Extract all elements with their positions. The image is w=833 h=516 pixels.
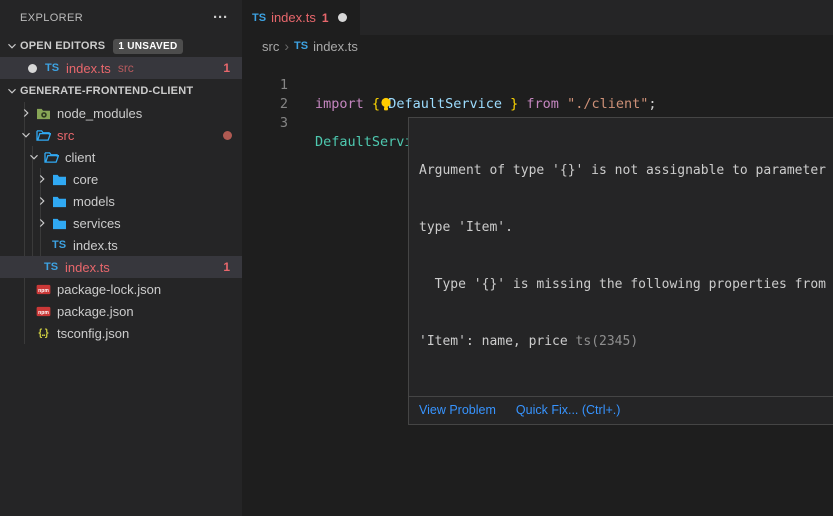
folder-icon: [50, 171, 68, 187]
code-line-2[interactable]: 2: [242, 76, 833, 95]
chevron-right-icon: [34, 193, 50, 209]
line-number: 3: [242, 114, 288, 133]
code-line-3[interactable]: 3 DefaultService.createItemItemPost({}): [242, 95, 833, 114]
chevron-down-icon: [4, 38, 20, 54]
folder-icon: [50, 215, 68, 231]
breadcrumb[interactable]: src › TS index.ts: [242, 35, 833, 57]
folder-open-icon: [34, 127, 52, 143]
open-editor-item-index-ts[interactable]: TS index.ts src 1: [0, 57, 242, 79]
chevron-right-icon: [34, 171, 50, 187]
typescript-icon: TS: [45, 62, 59, 74]
folder-open-icon: [42, 149, 60, 165]
hover-actions: View Problem Quick Fix... (Ctrl+.): [409, 396, 833, 424]
tree-item-label: package-lock.json: [57, 282, 161, 297]
tree-item-tsconfig-json[interactable]: {..} tsconfig.json: [0, 322, 242, 344]
workspace-name: GENERATE-FRONTEND-CLIENT: [20, 85, 193, 97]
typescript-icon: TS: [44, 261, 58, 273]
chevron-right-icon: [18, 105, 34, 121]
hover-diagnostic-popup: Argument of type '{}' is not assignable …: [408, 117, 833, 425]
tab-dirty-dot-icon[interactable]: [338, 13, 347, 22]
typescript-icon: TS: [52, 239, 66, 251]
hover-message-line: Argument of type '{}' is not assignable …: [419, 161, 833, 180]
breadcrumb-separator-icon: ›: [284, 38, 289, 54]
tree-item-client[interactable]: client: [0, 146, 242, 168]
quick-fix-link[interactable]: Quick Fix... (Ctrl+.): [516, 403, 621, 417]
view-problem-link[interactable]: View Problem: [419, 403, 496, 417]
tree-item-label: core: [73, 172, 98, 187]
open-editors-label: OPEN EDITORS: [20, 40, 105, 52]
tree-item-label: node_modules: [57, 106, 142, 121]
tab-index-ts[interactable]: TS index.ts 1: [242, 0, 360, 35]
tree-item-label: services: [73, 216, 121, 231]
tree-item-index-ts-src[interactable]: TS index.ts 1: [0, 256, 242, 278]
node-modules-folder-icon: [34, 105, 52, 121]
dirty-dot-icon: [28, 64, 37, 73]
json-braces-icon: {..}: [38, 328, 47, 339]
tree-item-package-json[interactable]: npm package.json: [0, 300, 242, 322]
tree-item-label: index.ts: [73, 238, 118, 253]
chevron-right-icon: [34, 215, 50, 231]
tab-error-count: 1: [322, 11, 329, 25]
hover-message-line: type 'Item'.: [419, 218, 833, 237]
tree-item-services[interactable]: services: [0, 212, 242, 234]
code-line-1[interactable]: 1 import { DefaultService } from "./clie…: [242, 57, 833, 76]
open-editors-section-header[interactable]: OPEN EDITORS 1 UNSAVED: [0, 35, 242, 57]
chevron-down-icon: [4, 83, 20, 99]
tree-item-label: package.json: [57, 304, 134, 319]
tree-item-package-lock-json[interactable]: npm package-lock.json: [0, 278, 242, 300]
typescript-icon: TS: [252, 12, 266, 24]
tree-item-index-ts-client[interactable]: TS index.ts: [0, 234, 242, 256]
tree-item-models[interactable]: models: [0, 190, 242, 212]
breadcrumb-file[interactable]: index.ts: [313, 39, 358, 54]
hover-message: Argument of type '{}' is not assignable …: [409, 118, 833, 396]
breadcrumb-folder[interactable]: src: [262, 39, 279, 54]
tree-item-node-modules[interactable]: node_modules: [0, 102, 242, 124]
chevron-down-icon: [26, 149, 42, 165]
folder-icon: [50, 193, 68, 209]
tree-item-label: tsconfig.json: [57, 326, 129, 341]
npm-icon: npm: [34, 281, 52, 297]
tree-item-label: client: [65, 150, 95, 165]
chevron-down-icon: [18, 127, 34, 143]
tree-item-core[interactable]: core: [0, 168, 242, 190]
tree-item-label: src: [57, 128, 74, 143]
explorer-header: EXPLORER ···: [0, 0, 242, 35]
tab-filename: index.ts: [271, 10, 316, 25]
explorer-sidebar: EXPLORER ··· OPEN EDITORS 1 UNSAVED TS i…: [0, 0, 242, 516]
svg-text:npm: npm: [38, 309, 49, 315]
vscode-window: EXPLORER ··· OPEN EDITORS 1 UNSAVED TS i…: [0, 0, 833, 516]
hover-message-line: 'Item': name, price ts(2345): [419, 332, 833, 351]
tree-item-src[interactable]: src: [0, 124, 242, 146]
svg-text:npm: npm: [38, 287, 49, 293]
npm-icon: npm: [34, 303, 52, 319]
explorer-title: EXPLORER: [20, 12, 83, 24]
ts-error-code: ts(2345): [576, 334, 639, 349]
unsaved-badge: 1 UNSAVED: [113, 39, 182, 54]
error-count-badge: 1: [223, 61, 230, 75]
more-actions-icon[interactable]: ···: [213, 13, 228, 23]
tree-item-label: models: [73, 194, 115, 209]
workspace-section-header[interactable]: GENERATE-FRONTEND-CLIENT: [0, 80, 242, 102]
open-editor-description: src: [118, 61, 134, 75]
hover-message-line: Type '{}' is missing the following prope…: [419, 275, 833, 294]
typescript-icon: TS: [294, 40, 308, 52]
tree-item-label: index.ts: [65, 260, 110, 275]
open-editor-filename: index.ts: [66, 61, 111, 76]
editor-group: TS index.ts 1 src › TS index.ts 1 import…: [242, 0, 833, 516]
modified-dot-icon: [223, 131, 232, 140]
error-count-badge: 1: [223, 260, 230, 274]
